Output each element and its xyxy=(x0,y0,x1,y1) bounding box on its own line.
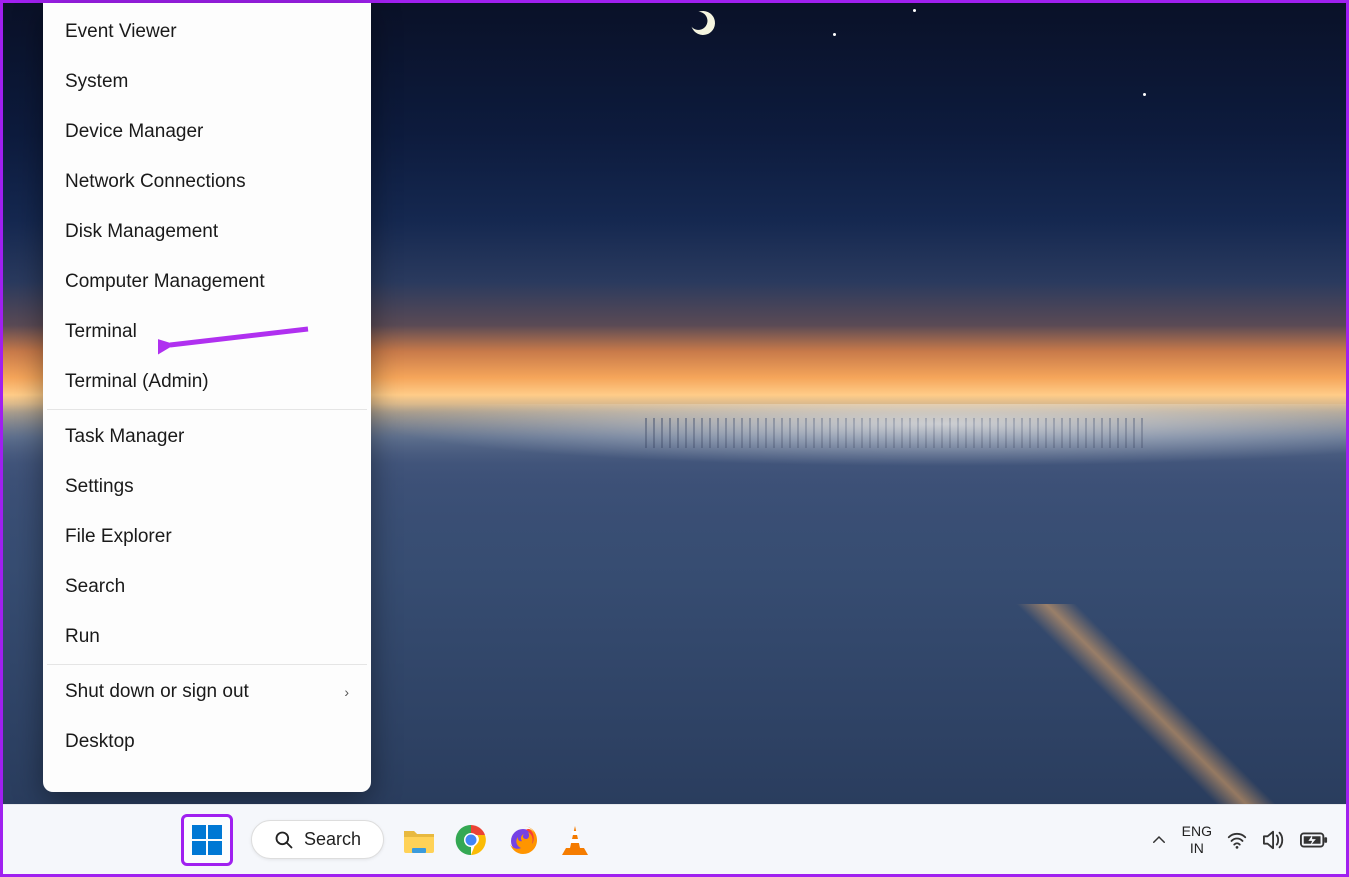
firefox-icon xyxy=(507,824,539,856)
vlc-cone-icon xyxy=(560,824,590,856)
folder-icon xyxy=(402,825,436,855)
menu-item-label: Network Connections xyxy=(65,171,246,193)
taskbar-app-file-explorer[interactable] xyxy=(402,823,436,857)
start-button[interactable] xyxy=(181,814,233,866)
menu-item-task-manager[interactable]: Task Manager xyxy=(43,412,371,462)
lang-line-2: IN xyxy=(1182,840,1212,856)
taskbar-search[interactable]: Search xyxy=(251,820,384,859)
menu-item-settings[interactable]: Settings xyxy=(43,462,371,512)
star-graphic xyxy=(1143,93,1146,96)
menu-item-file-explorer[interactable]: File Explorer xyxy=(43,512,371,562)
taskbar-app-firefox[interactable] xyxy=(506,823,540,857)
taskbar: Search xyxy=(3,804,1346,874)
taskbar-app-chrome[interactable] xyxy=(454,823,488,857)
menu-item-device-manager[interactable]: Device Manager xyxy=(43,107,371,157)
menu-item-label: Device Manager xyxy=(65,121,203,143)
menu-item-label: Run xyxy=(65,626,100,648)
menu-item-terminal[interactable]: Terminal xyxy=(43,307,371,357)
search-label: Search xyxy=(304,829,361,850)
menu-item-shut-down-or-sign-out[interactable]: Shut down or sign out › xyxy=(43,667,371,717)
menu-item-label: Desktop xyxy=(65,731,135,753)
menu-item-label: Task Manager xyxy=(65,426,184,448)
battery-icon[interactable] xyxy=(1300,831,1328,849)
star-graphic xyxy=(913,9,916,12)
windows-logo-icon xyxy=(192,825,222,855)
menu-item-label: Search xyxy=(65,576,125,598)
wifi-icon[interactable] xyxy=(1226,829,1248,851)
menu-item-label: Shut down or sign out xyxy=(65,681,249,703)
menu-item-event-viewer[interactable]: Event Viewer xyxy=(43,7,371,57)
menu-item-desktop[interactable]: Desktop xyxy=(43,717,371,767)
menu-item-label: Settings xyxy=(65,476,134,498)
chevron-right-icon: › xyxy=(344,684,349,700)
menu-item-search[interactable]: Search xyxy=(43,562,371,612)
menu-item-label: Computer Management xyxy=(65,271,265,293)
menu-item-label: Terminal (Admin) xyxy=(65,371,209,393)
menu-item-computer-management[interactable]: Computer Management xyxy=(43,257,371,307)
menu-item-label: Event Viewer xyxy=(65,21,177,43)
menu-separator xyxy=(47,664,367,665)
volume-icon[interactable] xyxy=(1262,829,1286,851)
menu-item-label: System xyxy=(65,71,128,93)
menu-item-network-connections[interactable]: Network Connections xyxy=(43,157,371,207)
star-graphic xyxy=(833,33,836,36)
taskbar-app-vlc[interactable] xyxy=(558,823,592,857)
lang-line-1: ENG xyxy=(1182,823,1212,839)
start-context-menu: Event Viewer System Device Manager Network … xyxy=(43,3,371,792)
menu-item-label: Disk Management xyxy=(65,221,218,243)
menu-item-disk-management[interactable]: Disk Management xyxy=(43,207,371,257)
moon-graphic xyxy=(688,8,719,39)
search-icon xyxy=(274,830,294,850)
menu-item-run[interactable]: Run xyxy=(43,612,371,662)
tray-chevron-up-icon[interactable] xyxy=(1150,831,1168,849)
menu-item-system[interactable]: System xyxy=(43,57,371,107)
language-indicator[interactable]: ENG IN xyxy=(1182,823,1212,855)
menu-item-label: Terminal xyxy=(65,321,137,343)
menu-item-terminal-admin-[interactable]: Terminal (Admin) xyxy=(43,357,371,407)
menu-separator xyxy=(47,409,367,410)
road-graphic xyxy=(946,604,1346,804)
chrome-icon xyxy=(455,824,487,856)
menu-item-label: File Explorer xyxy=(65,526,172,548)
